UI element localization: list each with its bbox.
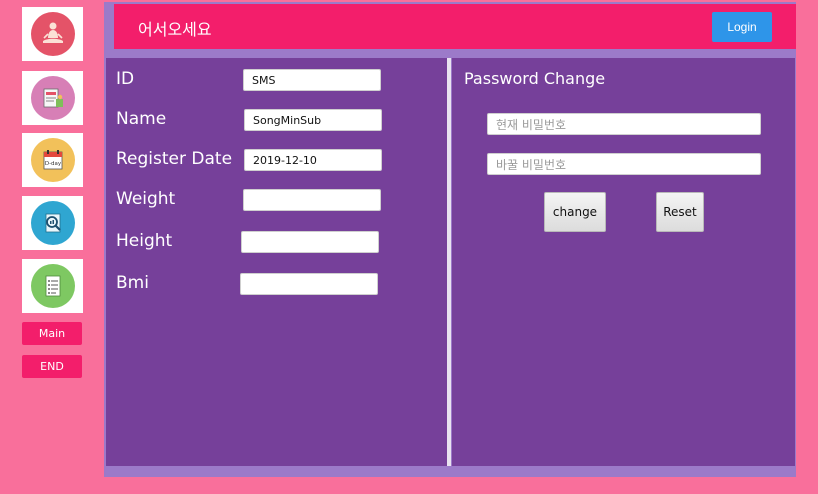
diet-board-icon <box>30 76 75 120</box>
id-label: ID <box>116 69 135 89</box>
sidebar-checklist-button[interactable] <box>22 259 83 313</box>
sidebar-diet-button[interactable] <box>22 71 83 125</box>
weight-field[interactable] <box>243 189 381 211</box>
svg-text:D-day: D-day <box>44 161 61 167</box>
reset-button[interactable]: Reset <box>656 192 704 232</box>
checklist-icon <box>30 264 75 308</box>
bmi-label: Bmi <box>116 273 149 293</box>
new-password-input[interactable]: 바꿀 비밀번호 <box>487 153 761 175</box>
weight-label: Weight <box>116 189 176 209</box>
end-button[interactable]: END <box>22 355 82 378</box>
bmi-field[interactable] <box>240 273 378 295</box>
new-password-placeholder: 바꿀 비밀번호 <box>496 157 567 172</box>
search-report-icon <box>30 201 75 245</box>
name-field[interactable]: SongMinSub <box>244 109 382 131</box>
sidebar-search-button[interactable] <box>22 196 83 250</box>
id-field[interactable]: SMS <box>243 69 381 91</box>
register-date-label: Register Date <box>116 149 233 169</box>
header-bar: 어서오세요 Login <box>114 4 796 49</box>
height-field[interactable] <box>241 231 379 253</box>
change-button[interactable]: change <box>544 192 606 232</box>
register-date-field[interactable]: 2019-12-10 <box>244 149 382 171</box>
panel-divider <box>447 58 451 466</box>
sidebar-calendar-button[interactable]: D-day <box>22 133 83 187</box>
main-button[interactable]: Main <box>22 322 82 345</box>
welcome-title: 어서오세요 <box>138 20 212 39</box>
login-button[interactable]: Login <box>712 12 772 42</box>
calendar-dday-icon: D-day <box>30 138 75 182</box>
height-label: Height <box>116 231 173 251</box>
sidebar-meditation-button[interactable] <box>22 7 83 61</box>
meditation-icon <box>30 12 75 56</box>
current-password-input[interactable]: 현재 비밀번호 <box>487 113 761 135</box>
password-change-title: Password Change <box>464 69 606 88</box>
current-password-placeholder: 현재 비밀번호 <box>496 117 567 132</box>
name-label: Name <box>116 109 167 129</box>
